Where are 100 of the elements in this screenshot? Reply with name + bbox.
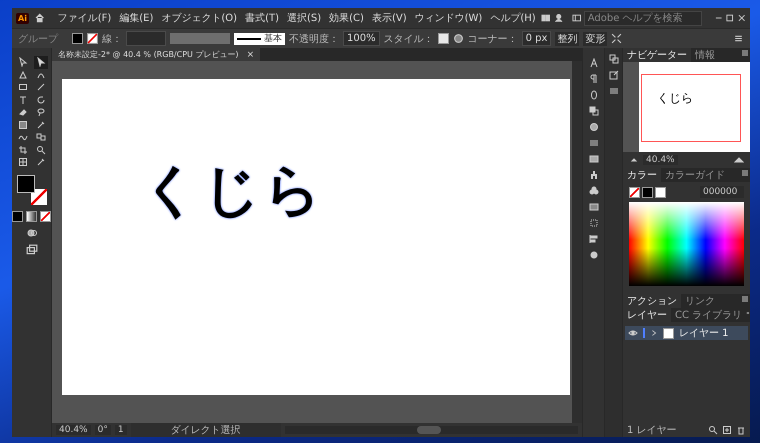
search-field[interactable]: Adobe ヘルプを検索	[584, 10, 702, 26]
panel-tab[interactable]: アクション	[623, 294, 681, 308]
panel-tab[interactable]: レイヤー	[623, 308, 671, 322]
expand-icon[interactable]	[650, 328, 658, 338]
layer-thumbnail	[663, 328, 674, 338]
layer-count: 1 レイヤー	[627, 424, 677, 437]
properties-icon[interactable]	[608, 86, 618, 96]
panel-tab[interactable]: 情報	[691, 48, 719, 62]
menu-item[interactable]: 効果(C)	[326, 11, 367, 25]
arrow-icon	[18, 57, 28, 68]
artboard-field[interactable]: 1	[114, 425, 127, 435]
stroke-swatch[interactable]	[30, 188, 46, 204]
fill-swatch[interactable]	[16, 174, 34, 192]
blend-icon	[36, 132, 46, 142]
export-icon[interactable]	[608, 70, 618, 80]
align-button[interactable]: 整列	[555, 32, 580, 46]
zoom-in-icon[interactable]	[734, 155, 744, 165]
club-icon[interactable]	[588, 186, 598, 196]
style-swatch[interactable]	[438, 33, 449, 44]
layer-row[interactable]: レイヤー 1	[625, 326, 748, 340]
menu-item[interactable]: ウィンドウ(W)	[412, 11, 486, 25]
transform-button[interactable]: 変形	[583, 32, 608, 46]
menu-item[interactable]: ファイル(F)	[54, 11, 114, 25]
hex-field[interactable]: 000000	[700, 186, 744, 198]
draw-mode-icon[interactable]	[24, 228, 38, 238]
none-swatch[interactable]	[40, 210, 51, 222]
close-icon[interactable]	[736, 12, 746, 24]
panel-tab[interactable]: ナビゲーター	[623, 48, 691, 62]
home-icon[interactable]	[34, 12, 44, 24]
panel-menu-icon[interactable]	[740, 48, 750, 58]
panel-tab[interactable]: カラー	[623, 168, 661, 182]
type-icon	[18, 94, 28, 105]
fill-swatch[interactable]	[72, 33, 83, 44]
view-box[interactable]	[641, 74, 741, 142]
gradient-icon[interactable]	[588, 202, 598, 212]
transform-icon[interactable]	[611, 33, 622, 44]
eraser-icon	[18, 107, 28, 118]
image-icon[interactable]	[588, 154, 598, 164]
gradient-icon	[18, 120, 28, 130]
zoom-field[interactable]: 40.4%	[643, 155, 678, 165]
zoom-field[interactable]: 40.4%	[56, 425, 91, 435]
color-swatch[interactable]	[655, 186, 666, 198]
search-icon[interactable]	[708, 425, 718, 435]
close-tab-button[interactable]: ×	[246, 50, 254, 60]
variable-width-field[interactable]	[170, 33, 230, 44]
search-icon	[36, 144, 46, 155]
panel-icon[interactable]	[572, 12, 582, 24]
stroke-weight-field[interactable]	[126, 31, 166, 46]
transform-icon[interactable]	[588, 218, 598, 228]
sun-icon[interactable]	[588, 250, 598, 260]
color-swatch[interactable]	[642, 186, 653, 198]
trash-icon[interactable]	[736, 425, 746, 435]
menu-item[interactable]: 書式(T)	[242, 11, 282, 25]
color-swatch[interactable]	[12, 210, 23, 222]
gradient-swatch[interactable]	[26, 210, 37, 222]
rotate-icon	[36, 94, 46, 105]
menu-icon[interactable]	[733, 33, 744, 44]
lasso-icon	[36, 107, 46, 118]
no-stroke-icon[interactable]	[87, 33, 98, 44]
appearance-icon[interactable]	[588, 122, 598, 132]
panel-menu-icon[interactable]	[740, 294, 750, 304]
eye-icon[interactable]	[628, 328, 638, 338]
panel-tab[interactable]: カラーガイド	[661, 168, 729, 182]
menu-item[interactable]: 表示(V)	[368, 11, 410, 25]
menu-item[interactable]: ヘルプ(H)	[487, 11, 539, 25]
opacity-label[interactable]: 不透明度：	[289, 32, 339, 46]
brush-field[interactable]: 基本	[234, 32, 285, 44]
align-icon[interactable]	[588, 234, 598, 244]
app-logo[interactable]: Ai	[16, 12, 29, 24]
panel-tab[interactable]: リンク	[681, 294, 719, 308]
opacity-field[interactable]: 100%	[343, 31, 380, 46]
horizontal-scrollbar[interactable]	[284, 426, 578, 434]
screen-mode-icon[interactable]	[24, 244, 38, 256]
menu-item[interactable]: 選択(S)	[284, 11, 324, 25]
pen-icon	[18, 70, 28, 80]
layout-icon[interactable]	[540, 12, 550, 24]
tool-button[interactable]	[34, 56, 48, 68]
pathfinder-icon[interactable]	[588, 106, 598, 116]
corner-field[interactable]: 0 px	[522, 31, 552, 46]
color-spectrum[interactable]	[629, 202, 744, 286]
recolor-icon[interactable]	[452, 33, 464, 44]
glyph-icon[interactable]	[588, 90, 598, 100]
menu-item[interactable]: 編集(E)	[116, 11, 156, 25]
paragraph-icon[interactable]	[588, 74, 598, 84]
menu-item[interactable]: オブジェクト(O)	[158, 11, 240, 25]
panel-menu-icon[interactable]	[740, 168, 750, 178]
panel-tab[interactable]: CC ライブラリ	[671, 308, 746, 322]
document-tab[interactable]: 名称未設定-2* @ 40.4 % (RGB/CPU プレビュー) ×	[52, 48, 260, 61]
person-icon[interactable]	[554, 12, 564, 24]
character-icon[interactable]	[588, 58, 598, 68]
tool-button[interactable]	[34, 131, 48, 144]
vertical-scrollbar[interactable]	[572, 61, 582, 423]
rotation-field[interactable]: 0°	[94, 425, 111, 435]
symbol-icon[interactable]	[588, 170, 598, 180]
corner-label[interactable]: コーナー：	[468, 32, 518, 46]
maximize-icon[interactable]	[725, 12, 735, 24]
none-swatch[interactable]	[629, 186, 640, 198]
artboards-icon[interactable]	[608, 54, 618, 64]
stroke-icon[interactable]	[588, 138, 598, 148]
new-layer-icon[interactable]	[722, 425, 732, 435]
